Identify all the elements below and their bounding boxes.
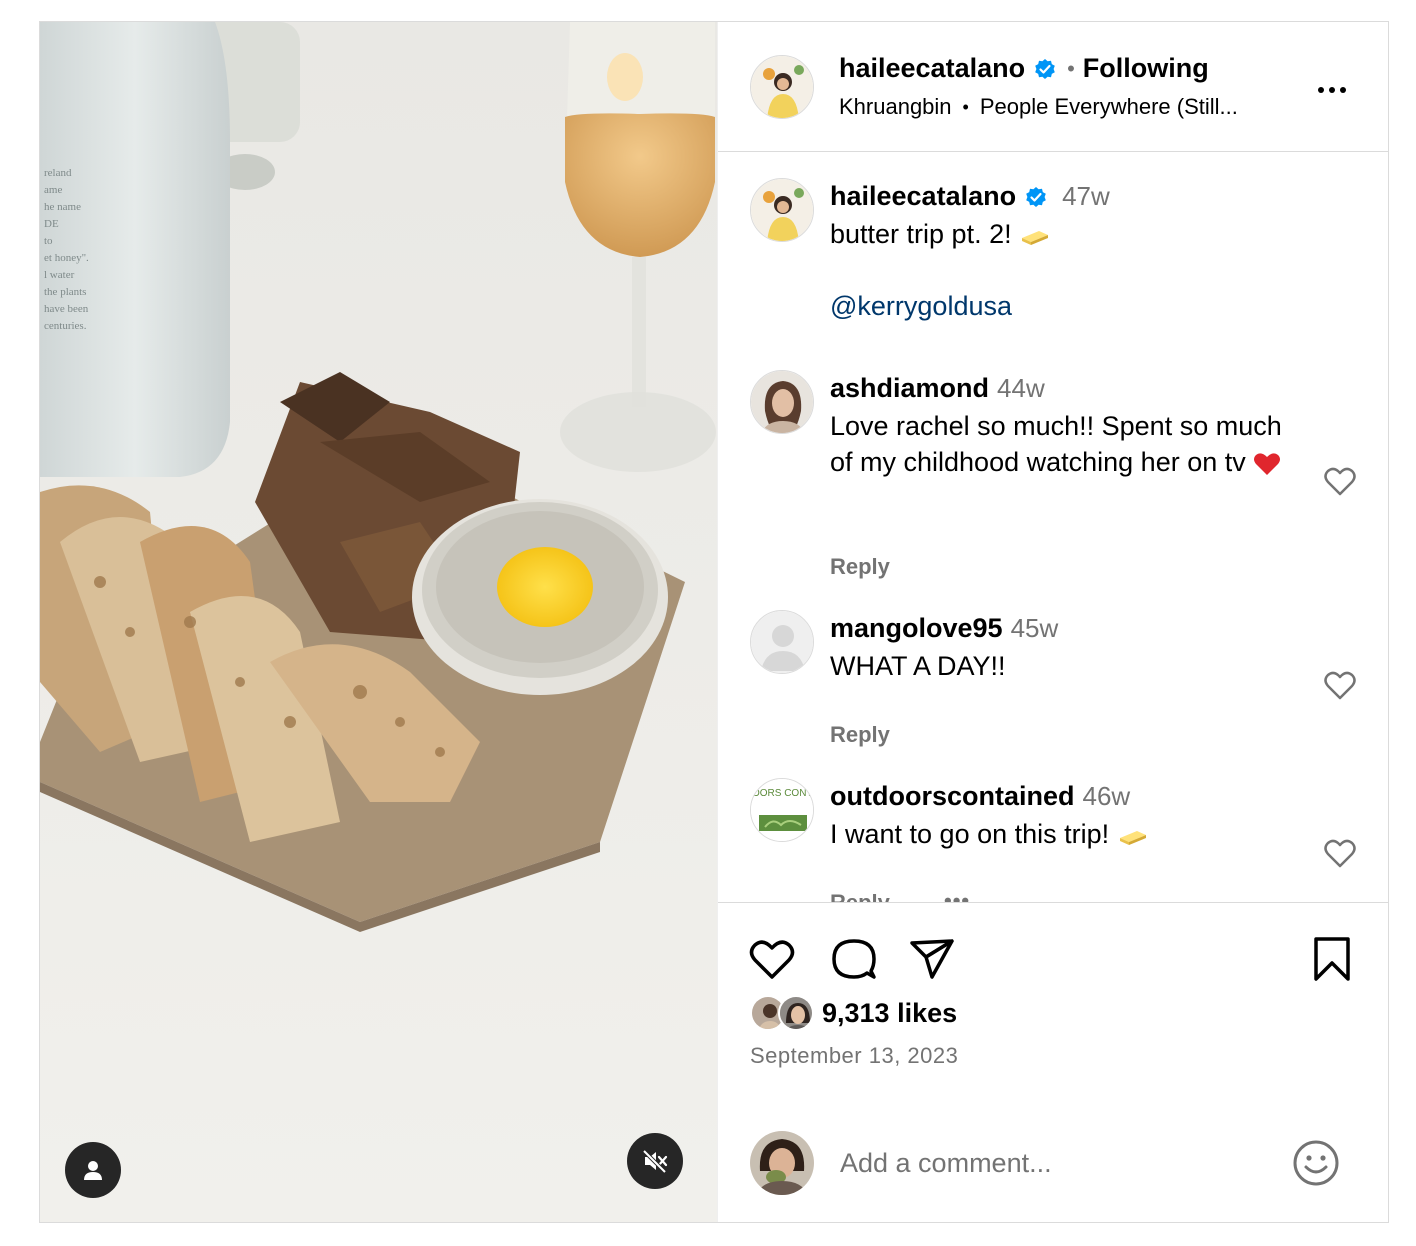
commenter-avatar[interactable] (750, 610, 814, 674)
svg-text:the plants: the plants (44, 286, 86, 298)
audio-separator: • (962, 96, 969, 117)
speaker-muted-icon (642, 1149, 668, 1174)
like-comment-heart-icon[interactable] (1323, 669, 1357, 703)
comment-text: Love rachel so much!! Spent so much of m… (830, 411, 1282, 477)
audio-artist[interactable]: Khruangbin (839, 94, 952, 120)
comment-options-button[interactable]: ••• (944, 888, 970, 903)
author-line: haileecatalano • Following (839, 53, 1209, 84)
comment-username[interactable]: mangolove95 (830, 613, 1003, 644)
comment-time[interactable]: 44w (997, 373, 1045, 404)
more-dot (1329, 87, 1335, 93)
svg-text:ame: ame (44, 184, 62, 196)
red-heart-icon (1254, 453, 1281, 475)
svg-text:reland: reland (44, 167, 72, 179)
caption-head: haileecatalano 47w (830, 181, 1110, 212)
comment-text: I want to go on this trip! (830, 819, 1110, 849)
tagged-users-button[interactable] (65, 1142, 121, 1198)
comment-time[interactable]: 46w (1083, 781, 1131, 812)
comment-head: mangolove95 45w (830, 613, 1058, 644)
share-paper-plane-icon[interactable] (908, 935, 956, 983)
comment-text-line: I want to go on this trip! (830, 816, 1300, 852)
post-details-panel: haileecatalano • Following Khruangbin • … (717, 22, 1389, 1222)
more-dot (1318, 87, 1324, 93)
reply-button[interactable]: Reply (830, 722, 890, 748)
svg-text:l water: l water (44, 269, 75, 281)
verified-badge-icon (1035, 58, 1055, 79)
likes-row[interactable]: 9,313 likes (750, 995, 957, 1031)
verified-badge-icon (1026, 186, 1046, 207)
comment-text: WHAT A DAY!! (830, 651, 1006, 681)
caption-time[interactable]: 47w (1062, 181, 1110, 212)
svg-text:he name: he name (44, 201, 81, 213)
comment-text-block: Love rachel so much!! Spent so much of m… (830, 408, 1300, 480)
svg-text:DE: DE (44, 218, 59, 230)
caption-username[interactable]: haileecatalano (830, 181, 1016, 212)
following-button[interactable]: Following (1083, 53, 1209, 84)
audio-info[interactable]: Khruangbin • People Everywhere (Still... (839, 94, 1238, 120)
comment-bubble-icon[interactable] (830, 935, 878, 983)
caption-text-line: butter trip pt. 2! (830, 216, 1300, 252)
bookmark-icon[interactable] (1308, 935, 1356, 983)
likes-count[interactable]: 9,313 likes (822, 998, 957, 1029)
commenter-avatar[interactable]: OUTDOORS CONTAINED (750, 778, 814, 842)
butter-icon (1119, 830, 1146, 845)
comment-head: ashdiamond 44w (830, 373, 1045, 404)
post-actions: 9,313 likes September 13, 2023 (718, 902, 1389, 1222)
emoji-picker-icon[interactable] (1292, 1139, 1340, 1187)
avatar-logo-text: OUTDOORS CONTAINED (751, 788, 814, 799)
like-heart-icon[interactable] (748, 935, 796, 983)
commenter-avatar[interactable] (750, 370, 814, 434)
person-icon (84, 1161, 102, 1180)
like-comment-heart-icon[interactable] (1323, 465, 1357, 499)
comment-username[interactable]: ashdiamond (830, 373, 989, 404)
mention-link[interactable]: @kerrygoldusa (830, 288, 1300, 324)
post-modal: reland ame he name DE to et honey". l wa… (39, 21, 1389, 1223)
audio-title[interactable]: People Everywhere (Still... (980, 94, 1238, 120)
post-video[interactable]: reland ame he name DE to et honey". l wa… (40, 22, 717, 1222)
caption-author-avatar[interactable] (750, 178, 814, 242)
butter-icon (1022, 230, 1049, 245)
comment-username[interactable]: outdoorscontained (830, 781, 1075, 812)
add-comment-input[interactable] (840, 1145, 1270, 1181)
video-frame-image: reland ame he name DE to et honey". l wa… (40, 22, 717, 1222)
more-dot (1340, 87, 1346, 93)
mute-button[interactable] (627, 1133, 683, 1189)
reply-button[interactable]: Reply (830, 554, 890, 580)
svg-text:et honey".: et honey". (44, 252, 89, 264)
liker-avatar (778, 995, 814, 1031)
header-separator: • (1067, 55, 1075, 81)
svg-text:centuries.: centuries. (44, 320, 87, 332)
post-date[interactable]: September 13, 2023 (750, 1043, 958, 1069)
current-user-avatar (750, 1131, 814, 1195)
like-comment-heart-icon[interactable] (1323, 837, 1357, 871)
add-comment-bar (718, 1103, 1389, 1223)
author-avatar[interactable] (750, 55, 814, 119)
comment-time[interactable]: 45w (1011, 613, 1059, 644)
author-username[interactable]: haileecatalano (839, 53, 1025, 84)
more-options-button[interactable] (1314, 80, 1350, 100)
comments-section[interactable]: haileecatalano 47w butter trip pt. 2! @k… (718, 153, 1389, 903)
post-header: haileecatalano • Following Khruangbin • … (718, 22, 1389, 152)
caption-text: butter trip pt. 2! (830, 219, 1012, 249)
svg-text:have been: have been (44, 303, 89, 315)
comment-head: outdoorscontained 46w (830, 781, 1130, 812)
svg-text:to: to (44, 235, 53, 247)
